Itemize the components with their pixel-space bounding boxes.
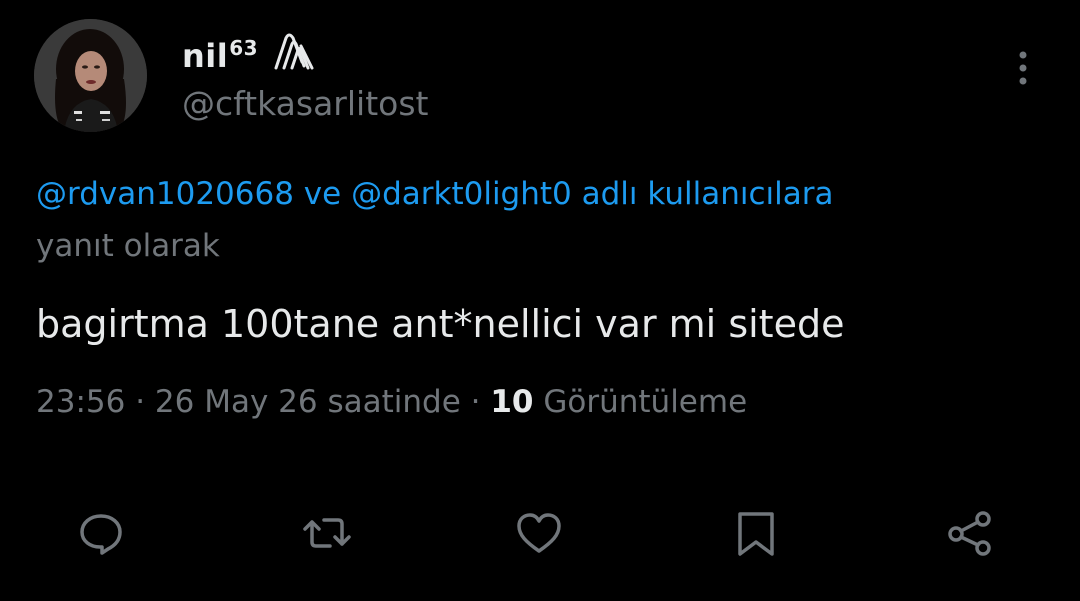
avatar-image <box>34 19 147 132</box>
tweet-text: bagirtma 100tane ant*nellici var mi site… <box>36 302 845 346</box>
reply-context: @rdvan1020668 ve @darkt0light0 adlı kull… <box>36 168 1036 272</box>
bookmark-button[interactable] <box>732 508 782 558</box>
meta-separator: · <box>135 384 146 420</box>
share-icon <box>948 511 991 556</box>
meta-separator: · <box>470 384 481 420</box>
tweet-time[interactable]: 23:56 <box>36 384 125 420</box>
retweet-button[interactable] <box>302 508 352 558</box>
share-button[interactable] <box>945 508 995 558</box>
mention-link[interactable]: @rdvan1020668 <box>36 176 294 212</box>
retweet-icon <box>303 518 351 548</box>
display-name-superscript: 63 <box>229 36 259 60</box>
like-icon <box>517 513 561 553</box>
views-label[interactable]: Görüntüleme <box>543 384 747 420</box>
display-name[interactable]: nil63 <box>182 36 258 75</box>
more-options-button[interactable] <box>1008 48 1038 88</box>
reply-connector[interactable]: ve <box>304 176 341 212</box>
reply-button[interactable] <box>76 508 126 558</box>
user-handle[interactable]: @cftkasarlitost <box>182 84 428 123</box>
display-name-text: nil <box>182 37 229 75</box>
reply-icon <box>80 514 122 555</box>
avatar[interactable] <box>34 19 147 132</box>
mention-link[interactable]: @darkt0light0 <box>351 176 572 212</box>
reply-suffix[interactable]: adlı kullanıcılara <box>582 176 834 212</box>
more-vertical-icon <box>1019 51 1027 85</box>
tweet-meta: 23:56 · 26 May 26 saatinde · 10 Görüntül… <box>36 384 747 420</box>
tweet-date[interactable]: 26 May 26 saatinde <box>155 384 461 420</box>
bookmark-icon <box>738 512 774 556</box>
paperclip-emoji-icon <box>268 32 322 72</box>
like-button[interactable] <box>514 508 564 558</box>
views-count[interactable]: 10 <box>490 384 533 420</box>
reply-label: yanıt olarak <box>36 228 220 264</box>
